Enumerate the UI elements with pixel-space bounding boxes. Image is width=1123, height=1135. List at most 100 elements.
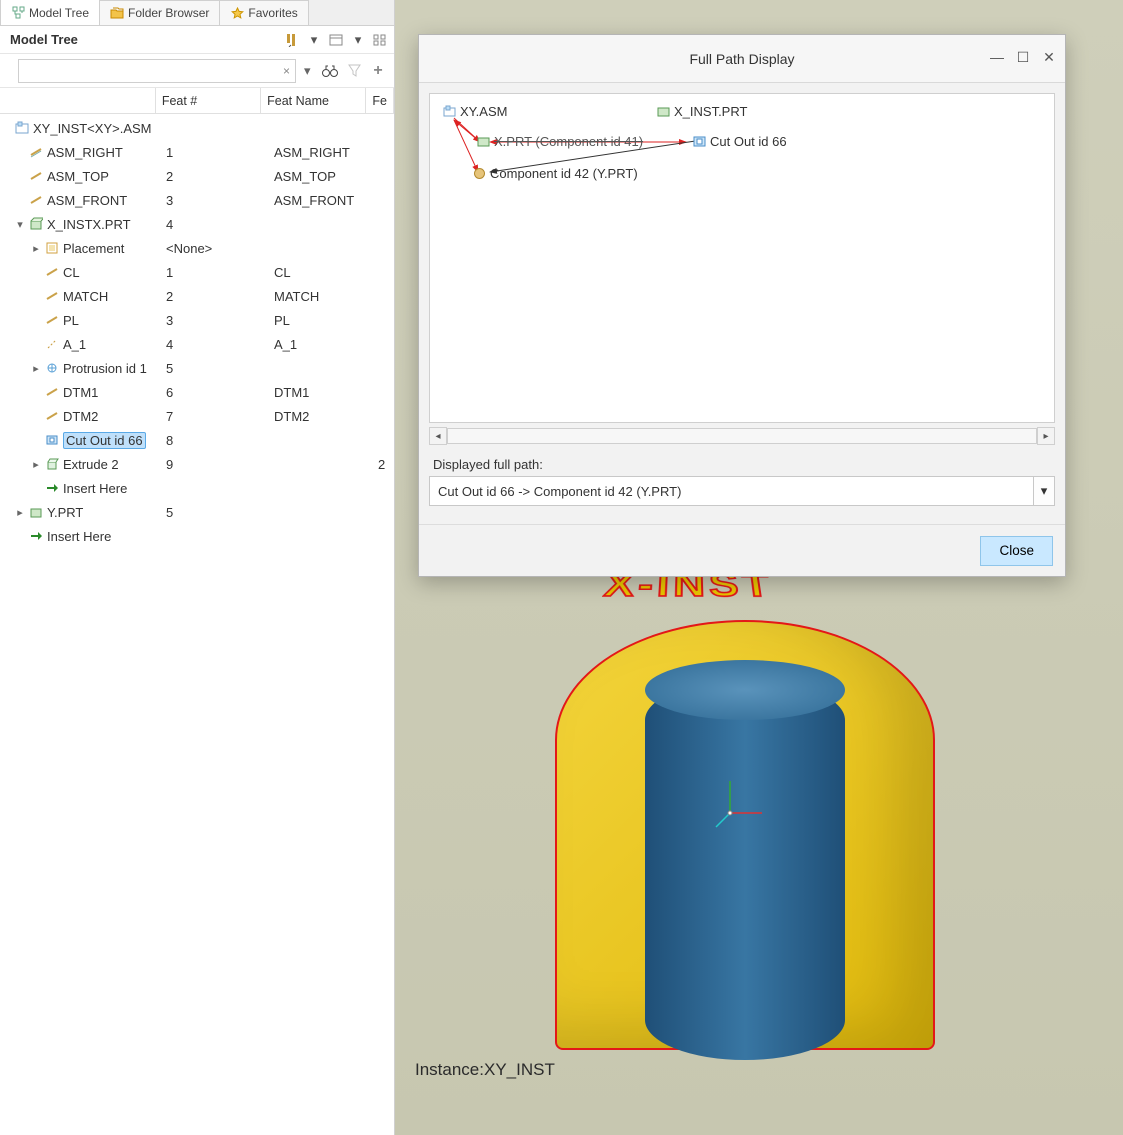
graph-node-cutout[interactable]: Cut Out id 66 (692, 134, 787, 149)
minimize-icon[interactable]: — (989, 49, 1005, 65)
expander-icon[interactable]: ▸ (14, 506, 26, 519)
tab-favorites[interactable]: Favorites (219, 0, 308, 25)
tab-label: Folder Browser (128, 6, 209, 20)
col-feat-num[interactable]: Feat # (156, 88, 261, 113)
datum-plane-icon (44, 288, 60, 304)
datum-plane-icon (44, 384, 60, 400)
origin-axes-icon (710, 775, 770, 835)
dropdown-icon[interactable]: ▾ (1033, 476, 1055, 506)
clear-icon[interactable]: × (283, 64, 290, 78)
tree-row[interactable]: DTM1 6 DTM1 (0, 380, 394, 404)
expander-icon[interactable]: ▸ (30, 458, 42, 471)
binoculars-icon[interactable] (322, 63, 338, 79)
tree-row[interactable]: A_1 4 A_1 (0, 332, 394, 356)
expander-icon[interactable]: ▸ (30, 242, 42, 255)
insert-here-icon (28, 528, 44, 544)
datum-plane-icon (44, 408, 60, 424)
tree-row[interactable]: PL 3 PL (0, 308, 394, 332)
tree-row-yprt[interactable]: ▸ Y.PRT 5 (0, 500, 394, 524)
expander-icon[interactable]: ▸ (30, 362, 42, 375)
graph-hscrollbar[interactable]: ◂ ▸ (429, 425, 1055, 447)
tree-row-xinst[interactable]: ▾ X_INSTX.PRT 4 (0, 212, 394, 236)
tab-label: Favorites (248, 6, 297, 20)
full-path-display-dialog: Full Path Display — ☐ ✕ XY.ASM X_INST.PR… (418, 34, 1066, 577)
cutout-icon (44, 432, 60, 448)
search-wrap: × (18, 59, 296, 83)
scroll-track[interactable] (447, 428, 1037, 444)
model-blue-cylinder (645, 680, 845, 1060)
show-icon[interactable] (328, 32, 344, 48)
dialog-footer: Close (419, 524, 1065, 576)
graph-node-y[interactable]: Component id 42 (Y.PRT) (472, 166, 638, 181)
node-label: XY_INST<XY>.ASM (33, 121, 152, 136)
tree-row[interactable]: DTM2 7 DTM2 (0, 404, 394, 428)
displayed-path-value: Cut Out id 66 -> Component id 42 (Y.PRT) (429, 476, 1033, 506)
panel-toolbar: ▾ ▾ (284, 32, 388, 48)
col-feat-name[interactable]: Feat Name (261, 88, 366, 113)
scroll-right-icon[interactable]: ▸ (1037, 427, 1055, 445)
tree-row[interactable]: ASM_RIGHT 1 ASM_RIGHT (0, 140, 394, 164)
search-dropdown-icon[interactable]: ▾ (304, 63, 314, 79)
tree-row-root[interactable]: XY_INST<XY>.ASM (0, 116, 394, 140)
col-extra[interactable]: Fe (366, 88, 394, 113)
column-headers: Feat # Feat Name Fe (0, 88, 394, 114)
tree-row[interactable]: MATCH 2 MATCH (0, 284, 394, 308)
tab-model-tree[interactable]: Model Tree (0, 0, 100, 25)
dropdown-icon[interactable]: ▾ (354, 32, 362, 48)
add-icon[interactable]: + (370, 63, 386, 79)
insert-here-icon (44, 480, 60, 496)
maximize-icon[interactable]: ☐ (1015, 49, 1031, 65)
extrude-icon (44, 456, 60, 472)
graph-node-xprt-struck[interactable]: X.PRT (Component id 41) (476, 134, 643, 149)
placement-icon (44, 240, 60, 256)
part-icon (28, 504, 44, 520)
tree-row[interactable]: ▸ Protrusion id 1 5 (0, 356, 394, 380)
filter-icon[interactable] (346, 63, 362, 79)
options-icon[interactable] (372, 32, 388, 48)
tree-icon (11, 6, 25, 20)
displayed-path-label: Displayed full path: (433, 457, 1053, 472)
datum-plane-icon (28, 168, 44, 184)
datum-plane-icon (44, 264, 60, 280)
graph-node-xinst[interactable]: X_INST.PRT (656, 104, 747, 119)
dialog-titlebar[interactable]: Full Path Display — ☐ ✕ (419, 35, 1065, 83)
panel-title: Model Tree (10, 32, 284, 47)
assembly-icon (442, 105, 456, 119)
datum-plane-icon (44, 312, 60, 328)
tree-row[interactable]: ▸ Extrude 2 9 2 (0, 452, 394, 476)
dialog-title: Full Path Display (689, 51, 794, 67)
scroll-left-icon[interactable]: ◂ (429, 427, 447, 445)
settings-icon[interactable] (284, 32, 300, 48)
graph-node-asm[interactable]: XY.ASM (442, 104, 507, 119)
sphere-icon (472, 167, 486, 181)
assembly-icon (14, 120, 30, 136)
protrusion-icon (44, 360, 60, 376)
path-graph[interactable]: XY.ASM X_INST.PRT X.PRT (Component id 41… (429, 93, 1055, 423)
part-icon (656, 105, 670, 119)
dropdown-icon[interactable]: ▾ (310, 32, 318, 48)
close-button[interactable]: Close (980, 536, 1053, 566)
tree-row[interactable]: CL 1 CL (0, 260, 394, 284)
tree-row[interactable]: ASM_TOP 2 ASM_TOP (0, 164, 394, 188)
search-input[interactable] (18, 59, 296, 83)
part-icon (476, 135, 490, 149)
displayed-path-combobox[interactable]: Cut Out id 66 -> Component id 42 (Y.PRT)… (429, 476, 1055, 506)
model-tree-panel: Model Tree Folder Browser Favorites Mode… (0, 0, 395, 1135)
tree-row-insert[interactable]: Insert Here (0, 524, 394, 548)
tab-folder-browser[interactable]: Folder Browser (99, 0, 220, 25)
instance-label: Instance:XY_INST (415, 1060, 555, 1080)
panel-header: Model Tree ▾ ▾ (0, 26, 394, 54)
tree-row-cutout[interactable]: Cut Out id 66 8 (0, 428, 394, 452)
tree-row[interactable]: ASM_FRONT 3 ASM_FRONT (0, 188, 394, 212)
tab-label: Model Tree (29, 6, 89, 20)
close-icon[interactable]: ✕ (1041, 49, 1057, 65)
tree-row-insert[interactable]: Insert Here (0, 476, 394, 500)
part-icon (28, 216, 44, 232)
tree-row[interactable]: ▸ Placement <None> (0, 236, 394, 260)
datum-plane-icon (28, 192, 44, 208)
expander-icon[interactable]: ▾ (14, 218, 26, 231)
node-label-selected: Cut Out id 66 (63, 432, 146, 449)
datum-plane-icon (28, 144, 44, 160)
cutout-icon (692, 135, 706, 149)
col-blank[interactable] (0, 88, 156, 113)
